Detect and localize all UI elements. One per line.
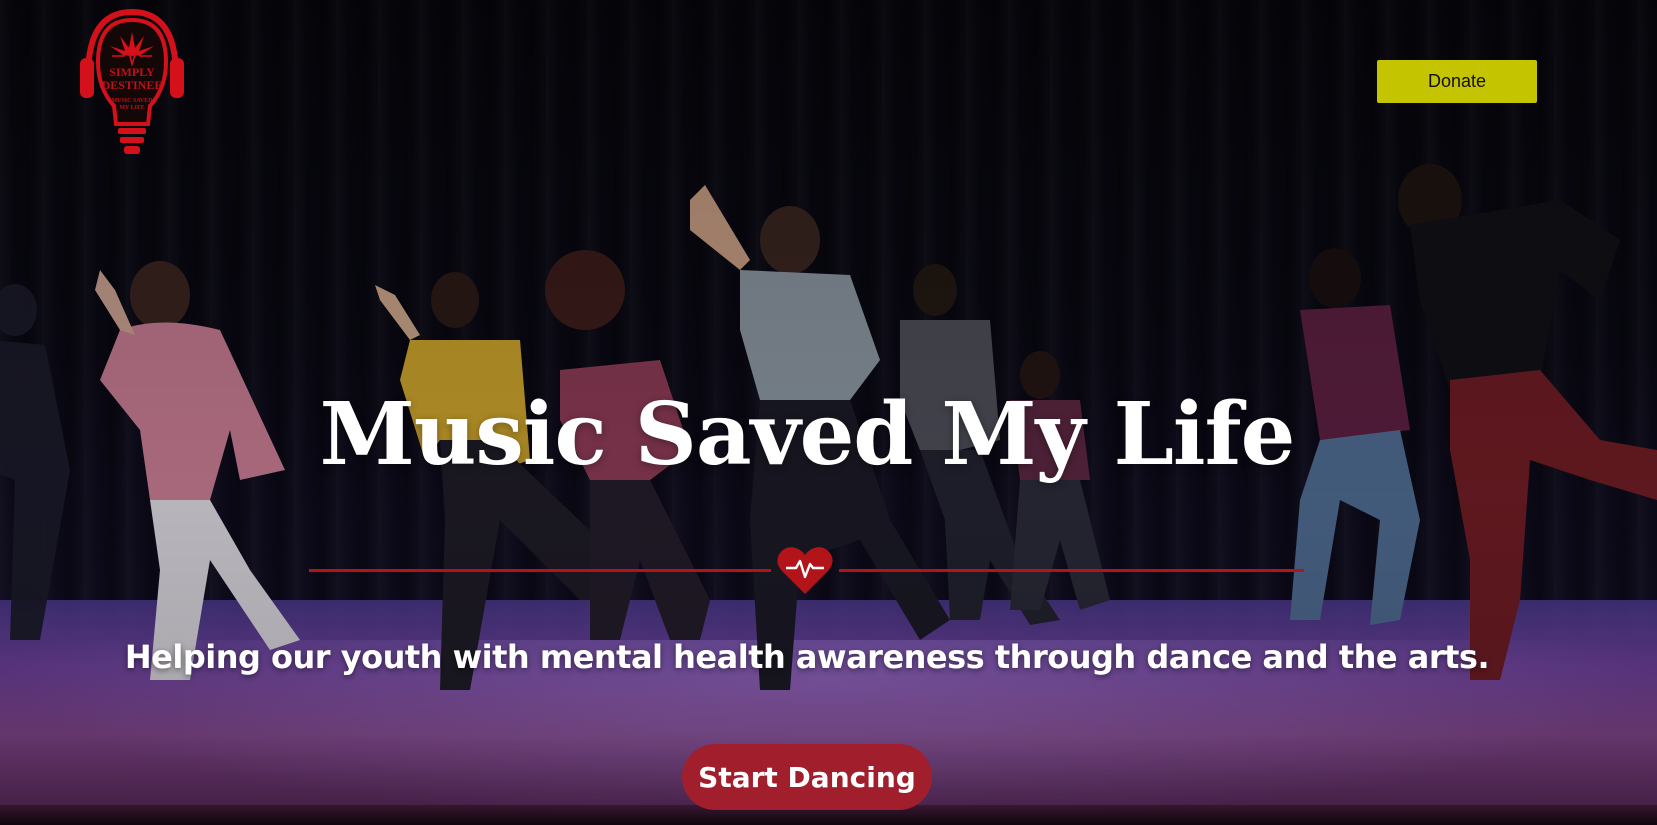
divider-line-right — [839, 569, 1304, 572]
start-dancing-button[interactable]: Start Dancing — [682, 744, 932, 810]
donate-button[interactable]: Donate — [1377, 60, 1537, 103]
hero-title: Music Saved My Life — [319, 384, 1296, 485]
logo-name-line2: DESTINEE — [101, 78, 163, 92]
hero-subtitle: Helping our youth with mental health awa… — [124, 638, 1490, 676]
hero-section: SIMPLY DESTINEE MUSIC SAVED MY LIFE Dona… — [0, 0, 1657, 825]
logo-tagline-line2: MY LIFE — [119, 105, 145, 111]
logo-name-line1: SIMPLY — [109, 65, 155, 79]
heart-pulse-icon — [776, 544, 834, 596]
logo-tagline-line1: MUSIC SAVED — [111, 98, 153, 104]
divider-line-left — [309, 569, 771, 572]
simply-destinee-logo[interactable]: SIMPLY DESTINEE MUSIC SAVED MY LIFE — [78, 6, 186, 158]
